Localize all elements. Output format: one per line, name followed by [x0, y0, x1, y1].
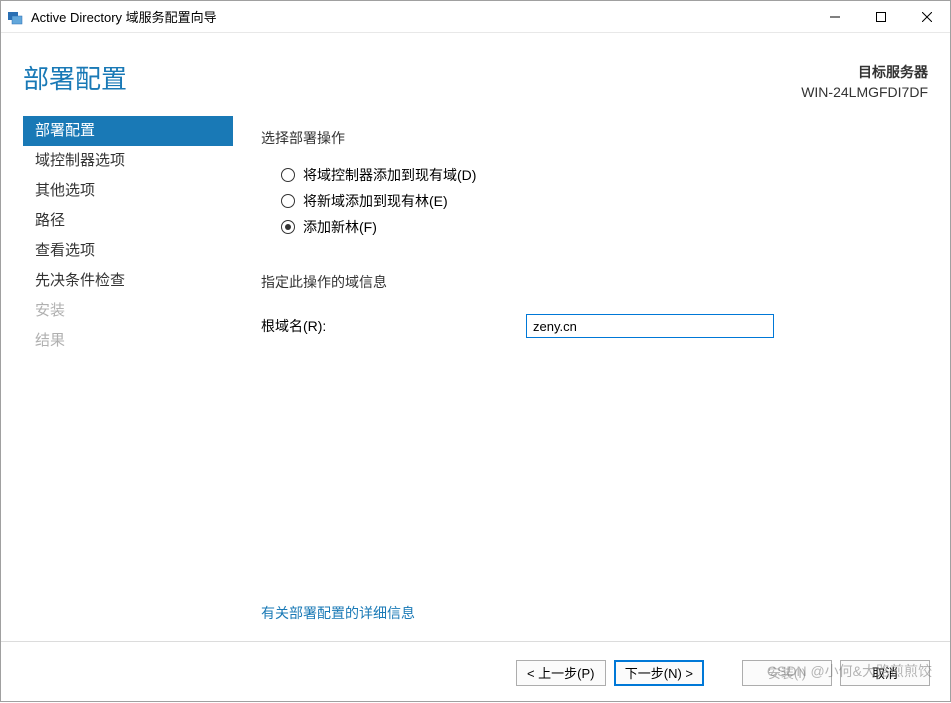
minimize-button[interactable]: [812, 1, 858, 33]
footer: < 上一步(P) 下一步(N) > 安装(I) 取消: [1, 641, 950, 703]
window-controls: [812, 1, 950, 33]
sidebar-item-results: 结果: [23, 326, 233, 356]
titlebar: Active Directory 域服务配置向导: [1, 1, 950, 33]
target-server-name: WIN-24LMGFDI7DF: [801, 83, 928, 103]
body: 部署配置 域控制器选项 其他选项 路径 查看选项 先决条件检查 安装 结果 选择…: [1, 112, 950, 641]
next-button[interactable]: 下一步(N) >: [614, 660, 704, 686]
content-area: 部署配置 目标服务器 WIN-24LMGFDI7DF 部署配置 域控制器选项 其…: [1, 33, 950, 703]
radio-label: 将域控制器添加到现有域(D): [303, 165, 476, 185]
radio-add-dc-existing-domain[interactable]: 将域控制器添加到现有域(D): [281, 162, 926, 188]
root-domain-input[interactable]: [526, 314, 774, 338]
radio-input[interactable]: [281, 194, 295, 208]
sidebar-item-install: 安装: [23, 296, 233, 326]
main-panel: 选择部署操作 将域控制器添加到现有域(D) 将新域添加到现有林(E) 添加新林(…: [233, 112, 950, 641]
close-button[interactable]: [904, 1, 950, 33]
cancel-button[interactable]: 取消: [840, 660, 930, 686]
page-header: 部署配置 目标服务器 WIN-24LMGFDI7DF: [1, 33, 950, 112]
domain-info-label: 指定此操作的域信息: [261, 272, 926, 292]
root-domain-label: 根域名(R):: [261, 316, 526, 336]
radio-label: 添加新林(F): [303, 217, 377, 237]
sidebar: 部署配置 域控制器选项 其他选项 路径 查看选项 先决条件检查 安装 结果: [23, 112, 233, 641]
previous-button[interactable]: < 上一步(P): [516, 660, 606, 686]
radio-input[interactable]: [281, 220, 295, 234]
root-domain-row: 根域名(R):: [261, 314, 926, 338]
app-icon: [7, 9, 23, 25]
sidebar-item-prereq-check[interactable]: 先决条件检查: [23, 266, 233, 296]
target-server-info: 目标服务器 WIN-24LMGFDI7DF: [801, 59, 928, 102]
wizard-window: Active Directory 域服务配置向导 部署配置 目标服务器 WIN-…: [0, 0, 951, 702]
sidebar-item-paths[interactable]: 路径: [23, 206, 233, 236]
page-title: 部署配置: [23, 59, 127, 96]
deployment-operation-radios: 将域控制器添加到现有域(D) 将新域添加到现有林(E) 添加新林(F): [281, 162, 926, 240]
radio-label: 将新域添加到现有林(E): [303, 191, 448, 211]
radio-add-new-forest[interactable]: 添加新林(F): [281, 214, 926, 240]
target-server-label: 目标服务器: [801, 63, 928, 83]
sidebar-item-dc-options[interactable]: 域控制器选项: [23, 146, 233, 176]
maximize-button[interactable]: [858, 1, 904, 33]
radio-input[interactable]: [281, 168, 295, 182]
install-button: 安装(I): [742, 660, 832, 686]
sidebar-item-other-options[interactable]: 其他选项: [23, 176, 233, 206]
select-operation-label: 选择部署操作: [261, 128, 926, 148]
sidebar-item-review-options[interactable]: 查看选项: [23, 236, 233, 266]
sidebar-item-deploy-config[interactable]: 部署配置: [23, 116, 233, 146]
radio-add-domain-existing-forest[interactable]: 将新域添加到现有林(E): [281, 188, 926, 214]
window-title: Active Directory 域服务配置向导: [31, 7, 217, 26]
help-link[interactable]: 有关部署配置的详细信息: [261, 603, 926, 623]
